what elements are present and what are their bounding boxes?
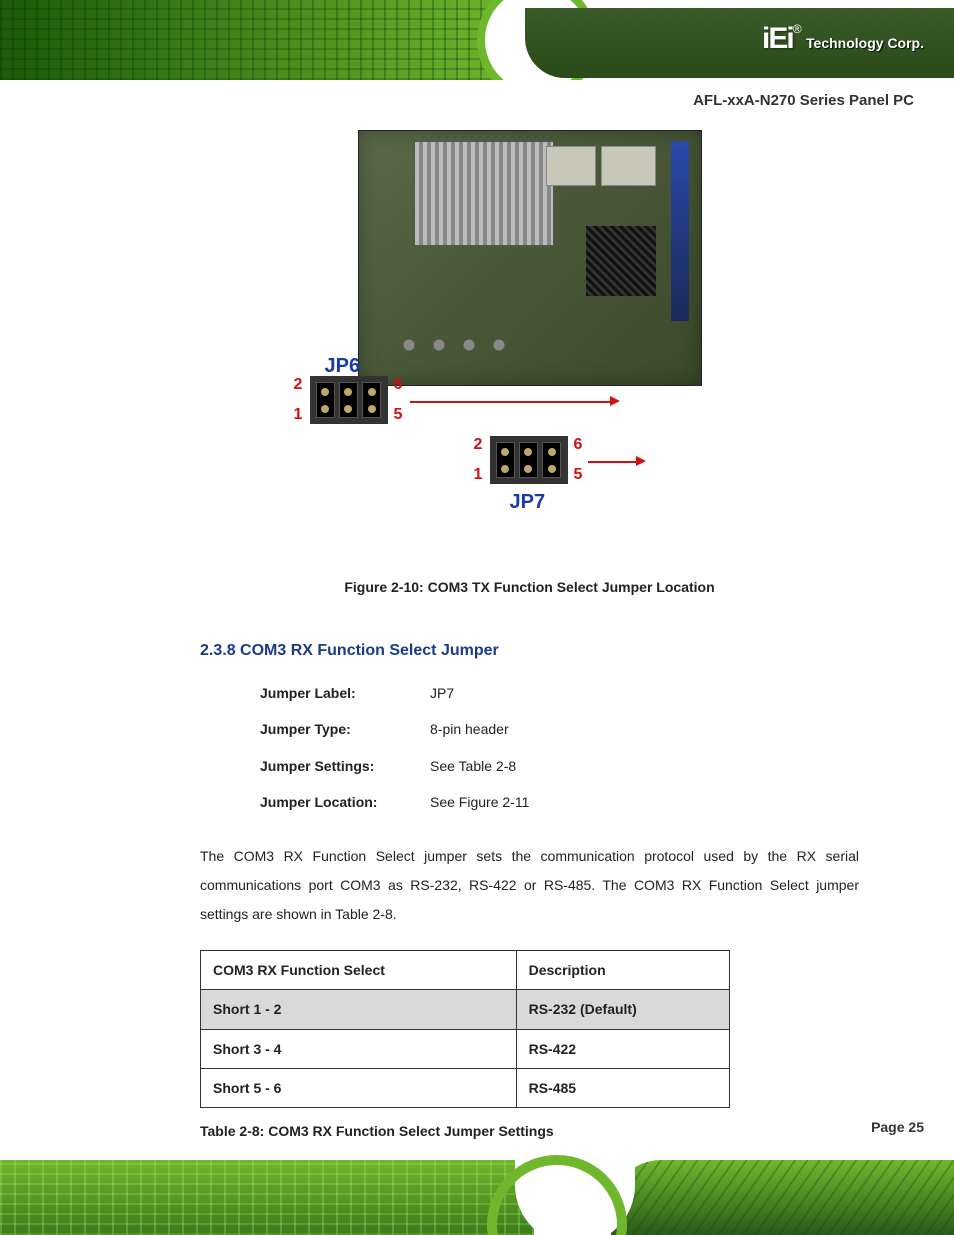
jp7-box: [490, 436, 568, 484]
spec-list: Jumper Label: JP7 Jumper Type: 8-pin hea…: [260, 682, 859, 814]
jp6-arrow: [410, 401, 610, 403]
footer-left: [0, 1160, 534, 1235]
jp7-pin-1: 1: [474, 462, 483, 488]
capacitors: [389, 325, 589, 365]
jumper-diagram: JP6 2 1 6 5 2 1 6 5 JP7: [270, 366, 790, 546]
spec-value: See Table 2-8: [430, 755, 516, 777]
jp6-pin-6: 6: [394, 372, 403, 398]
table-cell: RS-485: [516, 1068, 729, 1107]
motherboard-image: [358, 130, 702, 386]
table-cell: Short 1 - 2: [201, 990, 517, 1029]
spec-row: Jumper Location: See Figure 2-11: [260, 791, 859, 813]
jp7-arrow: [588, 461, 636, 463]
figure-caption: Figure 2-10: COM3 TX Function Select Jum…: [270, 576, 790, 598]
heatsink: [414, 141, 554, 246]
section-heading: 2.3.8 COM3 RX Function Select Jumper: [200, 638, 859, 664]
table-row: Short 1 - 2 RS-232 (Default): [201, 990, 730, 1029]
table-row: Short 3 - 4 RS-422: [201, 1029, 730, 1068]
jp7-pin-5: 5: [574, 462, 583, 488]
page-content: JP6 2 1 6 5 2 1 6 5 JP7: [0, 80, 954, 1200]
spec-label: Jumper Type:: [260, 718, 430, 740]
jp6-pin-1: 1: [294, 402, 303, 428]
table-row: Short 5 - 6 RS-485: [201, 1068, 730, 1107]
jp6-box: [310, 376, 388, 424]
logo-text: iEi: [762, 22, 793, 55]
jp6-pin-5: 5: [394, 402, 403, 428]
table-cell: RS-422: [516, 1029, 729, 1068]
table-header: COM3 RX Function Select: [201, 950, 517, 989]
page-number: Page 25: [871, 1119, 924, 1135]
logo-tagline: Technology Corp.: [806, 35, 924, 51]
spec-value: See Figure 2-11: [430, 791, 529, 813]
document-title: AFL-xxA-N270 Series Panel PC: [693, 92, 914, 109]
footer-banner: [0, 1140, 954, 1235]
spec-value: 8-pin header: [430, 718, 509, 740]
header-banner: iEi® Technology Corp.: [0, 0, 954, 80]
header-pcb-texture: [0, 0, 525, 80]
table-cell: RS-232 (Default): [516, 990, 729, 1029]
footer-right: [611, 1160, 954, 1235]
ram-slot: [671, 141, 689, 321]
spec-label: Jumper Label:: [260, 682, 430, 704]
jp6-pin-2: 2: [294, 372, 303, 398]
settings-table: COM3 RX Function Select Description Shor…: [200, 950, 730, 1109]
spec-label: Jumper Settings:: [260, 755, 430, 777]
jp7-pin-2: 2: [474, 432, 483, 458]
black-chip: [586, 226, 656, 296]
jp7-pin-6: 6: [574, 432, 583, 458]
table-cell: Short 5 - 6: [201, 1068, 517, 1107]
table-header: Description: [516, 950, 729, 989]
spec-value: JP7: [430, 682, 454, 704]
body-paragraph-1: The COM3 RX Function Select jumper sets …: [200, 842, 859, 930]
spec-row: Jumper Settings: See Table 2-8: [260, 755, 859, 777]
brand-logo: iEi® Technology Corp.: [762, 22, 924, 56]
logo-reg: ®: [793, 22, 802, 36]
spec-label: Jumper Location:: [260, 791, 430, 813]
chip-b: [546, 146, 596, 186]
jp7-label: JP7: [510, 486, 546, 518]
spec-row: Jumper Label: JP7: [260, 682, 859, 704]
jp7-arrow-head: [636, 456, 646, 466]
jp6-arrow-head: [610, 396, 620, 406]
table-cell: Short 3 - 4: [201, 1029, 517, 1068]
figure-area: JP6 2 1 6 5 2 1 6 5 JP7: [270, 130, 790, 598]
chip-a: [601, 146, 656, 186]
spec-row: Jumper Type: 8-pin header: [260, 718, 859, 740]
